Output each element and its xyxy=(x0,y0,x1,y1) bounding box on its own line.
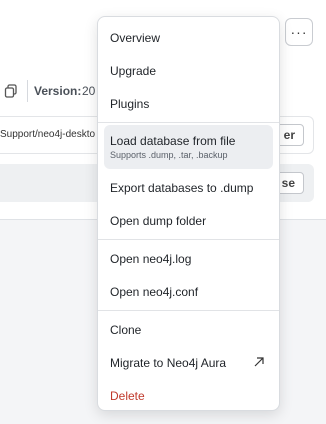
menu-item-label: Migrate to Neo4j Aura xyxy=(110,355,227,370)
menu-item-migrate-aura[interactable]: Migrate to Neo4j Aura xyxy=(104,346,273,379)
dbms-context-menu: Overview Upgrade Plugins Load database f… xyxy=(97,16,280,411)
menu-item-delete[interactable]: Delete xyxy=(104,379,273,412)
menu-item-label: Open neo4j.conf xyxy=(110,284,199,299)
menu-item-open-dump-folder[interactable]: Open dump folder xyxy=(104,204,273,237)
menu-item-label: Load database from file xyxy=(110,134,236,148)
version-value: 20 xyxy=(82,84,96,98)
divider xyxy=(27,80,28,102)
row-action-label: se xyxy=(281,176,295,190)
more-options-button[interactable]: ··· xyxy=(285,18,313,46)
menu-item-load-database[interactable]: Load database from file Supports .dump, … xyxy=(104,125,273,169)
menu-item-clone[interactable]: Clone xyxy=(104,313,273,346)
copy-icon[interactable] xyxy=(4,84,18,98)
menu-item-label: Clone xyxy=(110,322,142,337)
path-action-label: er xyxy=(283,128,295,142)
version-label: Version: xyxy=(34,84,82,98)
menu-item-export-databases[interactable]: Export databases to .dump xyxy=(104,171,273,204)
path-text: Support/neo4j-deskto xyxy=(0,129,96,140)
menu-item-label: Plugins xyxy=(110,96,150,111)
menu-item-sublabel: Supports .dump, .tar, .backup xyxy=(110,150,228,160)
menu-item-label: Delete xyxy=(110,388,145,403)
menu-item-plugins[interactable]: Plugins xyxy=(104,87,273,120)
menu-item-open-log[interactable]: Open neo4j.log xyxy=(104,242,273,275)
menu-separator xyxy=(98,310,279,311)
menu-item-label: Export databases to .dump xyxy=(110,180,254,195)
menu-item-overview[interactable]: Overview xyxy=(104,21,273,54)
menu-item-label: Overview xyxy=(110,30,161,45)
external-link-icon xyxy=(254,357,264,367)
menu-item-upgrade[interactable]: Upgrade xyxy=(104,54,273,87)
menu-item-label: Upgrade xyxy=(110,63,157,78)
menu-item-label: Open dump folder xyxy=(110,213,207,228)
ellipsis-icon: ··· xyxy=(290,24,308,40)
menu-separator xyxy=(98,239,279,240)
menu-item-open-conf[interactable]: Open neo4j.conf xyxy=(104,275,273,308)
menu-separator xyxy=(98,122,279,123)
menu-item-label: Open neo4j.log xyxy=(110,251,192,266)
